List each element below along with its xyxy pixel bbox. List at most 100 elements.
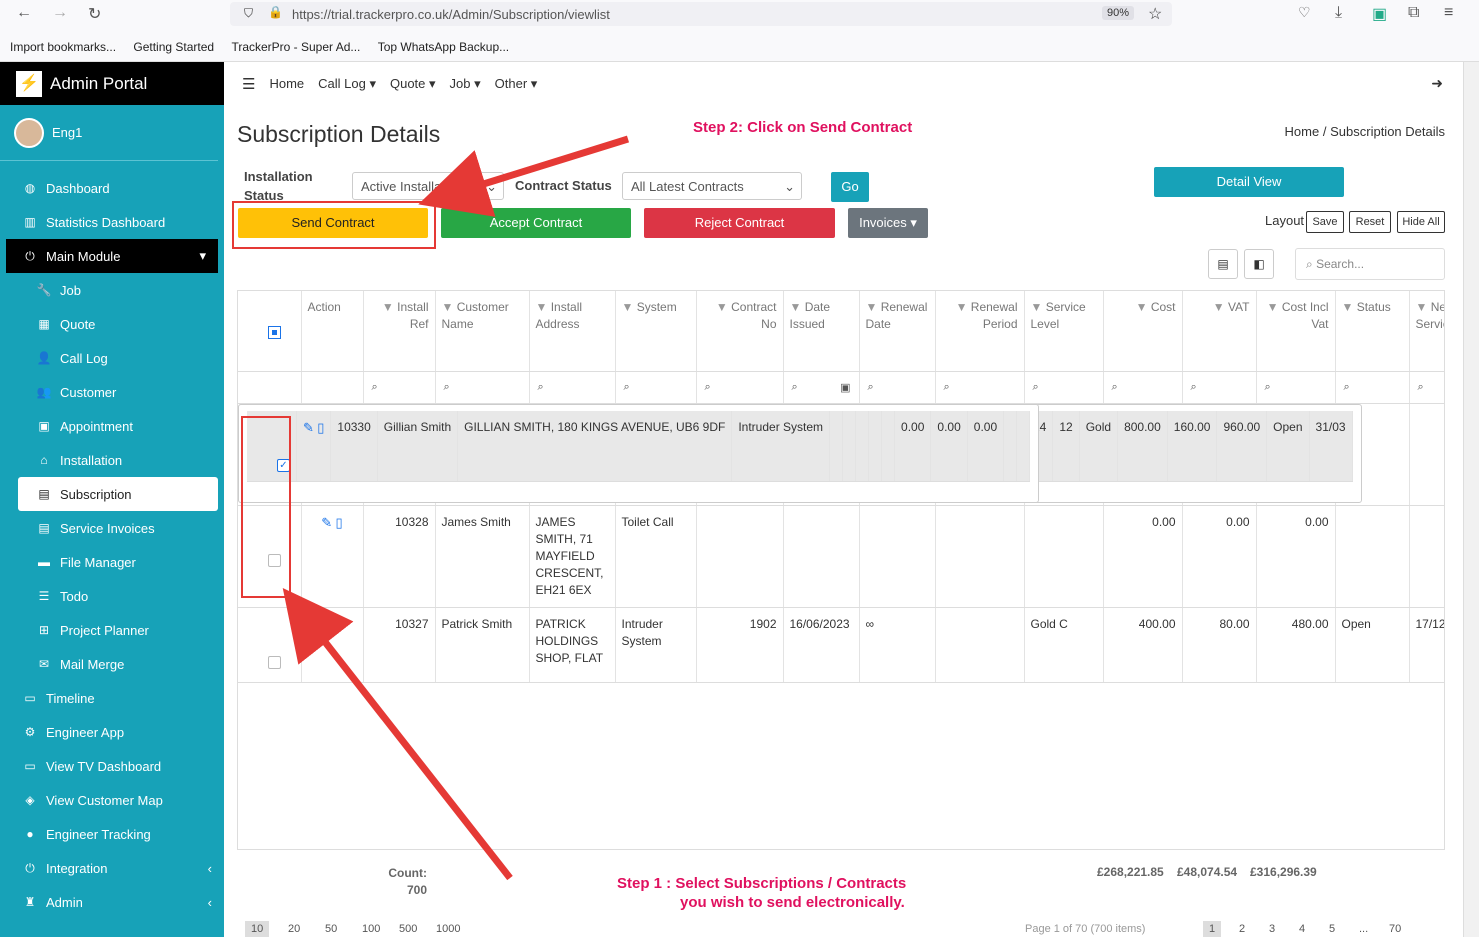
page-2[interactable]: 2 [1233, 921, 1251, 937]
filter-cell[interactable] [301, 371, 364, 404]
bookmark-whatsapp[interactable]: Top WhatsApp Backup... [378, 40, 509, 54]
sidebar-item-engineer-app[interactable]: ⚙ Engineer App [0, 715, 224, 749]
search-icon[interactable]: ⌕ [1182, 371, 1257, 404]
search-icon[interactable]: ⌕ [1103, 371, 1183, 404]
layout-save-button[interactable]: Save [1306, 211, 1344, 233]
column-header[interactable]: ▼ Cost Incl Vat [1256, 291, 1336, 372]
hamburger-icon[interactable]: ☰ [242, 75, 255, 93]
filter-icon[interactable]: ▼ [622, 300, 637, 314]
column-header[interactable]: ▼ Next Servic [1409, 291, 1444, 372]
filter-icon[interactable]: ▼ [442, 300, 457, 314]
calendar-icon[interactable]: ▣ [840, 381, 850, 394]
forward-icon[interactable]: → [52, 4, 68, 22]
filter-icon[interactable]: ▼ [1213, 300, 1228, 314]
back-icon[interactable]: ← [16, 4, 32, 22]
column-header[interactable]: ▼ Install Address [529, 291, 616, 372]
column-header[interactable]: ▼ Renewal Period [935, 291, 1025, 372]
page-scrollbar[interactable] [1463, 62, 1479, 937]
sidebar-item-engineer-tracking[interactable]: ● Engineer Tracking [0, 817, 224, 851]
puzzle-icon[interactable]: ⧉ [1408, 4, 1419, 22]
extension-icon[interactable]: ▣ [1372, 4, 1387, 24]
topnav-other[interactable]: Other ▾ [495, 76, 538, 92]
search-icon[interactable]: ⌕ [1024, 371, 1104, 404]
brand[interactable]: ⚡ Admin Portal [0, 62, 224, 105]
detail-view-button[interactable]: Detail View [1154, 167, 1344, 197]
page-4[interactable]: 4 [1293, 921, 1311, 937]
document-icon[interactable]: ▯ [317, 420, 324, 435]
filter-icon[interactable]: ▼ [956, 300, 971, 314]
sidebar-item-main-module[interactable]: ⏻ Main Module ▾ [6, 239, 218, 273]
installation-status-select[interactable]: Active Installati... ⌄ [352, 172, 504, 200]
sidebar-item-todo[interactable]: ☰ Todo [0, 579, 224, 613]
search-icon[interactable]: ⌕ ▣ [783, 371, 860, 404]
url-bar[interactable]: ⛉ 🔒 https://trial.trackerpro.co.uk/Admin… [230, 2, 1172, 26]
search-icon[interactable]: ⌕ [935, 371, 1025, 404]
search-icon[interactable]: ⌕ [1409, 371, 1444, 404]
accept-contract-button[interactable]: Accept Contract [441, 208, 631, 238]
page-5[interactable]: 5 [1323, 921, 1341, 937]
column-header[interactable]: ▼ VAT [1182, 291, 1257, 372]
table-row[interactable]: ✎ 10327 Patrick Smith PATRICK HOLDINGS SHOP… [238, 607, 1444, 683]
layout-reset-button[interactable]: Reset [1349, 211, 1391, 233]
layout-hide-all-button[interactable]: Hide All [1397, 211, 1445, 233]
zoom-badge[interactable]: 90% [1102, 6, 1135, 20]
bookmark-import[interactable]: Import bookmarks... [10, 40, 116, 54]
search-icon[interactable]: ⌕ [435, 371, 530, 404]
filter-icon[interactable]: ▼ [1342, 300, 1357, 314]
page-...[interactable]: ... [1353, 921, 1374, 937]
column-header[interactable]: ▼ Service Level [1024, 291, 1104, 372]
search-icon[interactable]: ⌕ [615, 371, 697, 404]
menu-icon[interactable]: ≡ [1444, 4, 1453, 22]
reject-contract-button[interactable]: Reject Contract [644, 208, 835, 238]
topnav-quote[interactable]: Quote ▾ [390, 76, 436, 92]
column-chooser-icon[interactable]: ◧ [1244, 249, 1274, 279]
sidebar-item-project-planner[interactable]: ⊞ Project Planner [0, 613, 224, 647]
row-checkbox[interactable] [268, 655, 281, 669]
column-header[interactable]: ▼ Cost [1103, 291, 1183, 372]
table-row[interactable]: ✓ ✎ ▯ 10330 Gillian Smith GILLIAN SMITH, 180… [238, 403, 1040, 503]
document-icon[interactable]: ▯ [336, 515, 343, 530]
search-icon[interactable]: ⌕ [859, 371, 936, 404]
search-icon[interactable]: ⌕ [1256, 371, 1336, 404]
sidebar-item-customer[interactable]: 👥 Customer [0, 375, 224, 409]
filter-icon[interactable]: ▼ [536, 300, 551, 314]
search-icon[interactable]: ⌕ [529, 371, 616, 404]
sidebar-item-job[interactable]: 🔧 Job [0, 273, 224, 307]
topnav-home[interactable]: Home [269, 76, 304, 91]
column-header[interactable]: Action [301, 291, 364, 372]
column-header[interactable]: ▼ Status [1335, 291, 1410, 372]
crumb-home[interactable]: Home [1285, 124, 1320, 139]
grid-search-input[interactable]: ⌕ Search... [1295, 248, 1445, 280]
sidebar-item-installation[interactable]: ⌂ Installation [0, 443, 224, 477]
search-icon[interactable]: ⌕ [363, 371, 436, 404]
user-panel[interactable]: Eng1 [0, 105, 218, 161]
column-header[interactable]: ▼ Date Issued [783, 291, 860, 372]
select-all-header[interactable] [238, 291, 302, 372]
filter-icon[interactable]: ▼ [1267, 300, 1282, 314]
search-icon[interactable]: ⌕ [1335, 371, 1410, 404]
invoices-dropdown[interactable]: Invoices ▾ [848, 208, 928, 238]
filter-icon[interactable]: ▼ [866, 300, 881, 314]
sidebar-item-service-invoices[interactable]: ▤ Service Invoices [0, 511, 224, 545]
sidebar-item-statistics-dashboard[interactable]: ▥ Statistics Dashboard [0, 205, 224, 239]
select-all-checkbox[interactable] [268, 326, 281, 339]
column-header[interactable]: ▼ Install Ref [363, 291, 436, 372]
go-button[interactable]: Go [831, 172, 869, 202]
page-size-500[interactable]: 500 [393, 921, 423, 937]
reload-icon[interactable]: ↻ [88, 4, 101, 24]
filter-icon[interactable]: ▼ [1136, 300, 1151, 314]
edit-icon[interactable]: ✎ [327, 617, 338, 632]
search-icon[interactable]: ⌕ [696, 371, 784, 404]
row-select-cell[interactable] [238, 607, 302, 683]
topnav-calllog[interactable]: Call Log ▾ [318, 76, 376, 92]
page-size-50[interactable]: 50 [319, 921, 343, 937]
logout-icon[interactable]: ➜ [1431, 75, 1443, 92]
topnav-job[interactable]: Job ▾ [450, 76, 481, 92]
sidebar-item-view-tv-dashboard[interactable]: ▭ View TV Dashboard [0, 749, 224, 783]
column-header[interactable]: ▼ Contract No [696, 291, 784, 372]
filter-icon[interactable]: ▼ [1031, 300, 1046, 314]
sidebar-item-admin[interactable]: ♜ Admin ‹ [0, 885, 224, 919]
bookmark-getting-started[interactable]: Getting Started [133, 40, 214, 54]
star-icon[interactable]: ☆ [1148, 4, 1162, 24]
page-size-1000[interactable]: 1000 [430, 921, 466, 937]
